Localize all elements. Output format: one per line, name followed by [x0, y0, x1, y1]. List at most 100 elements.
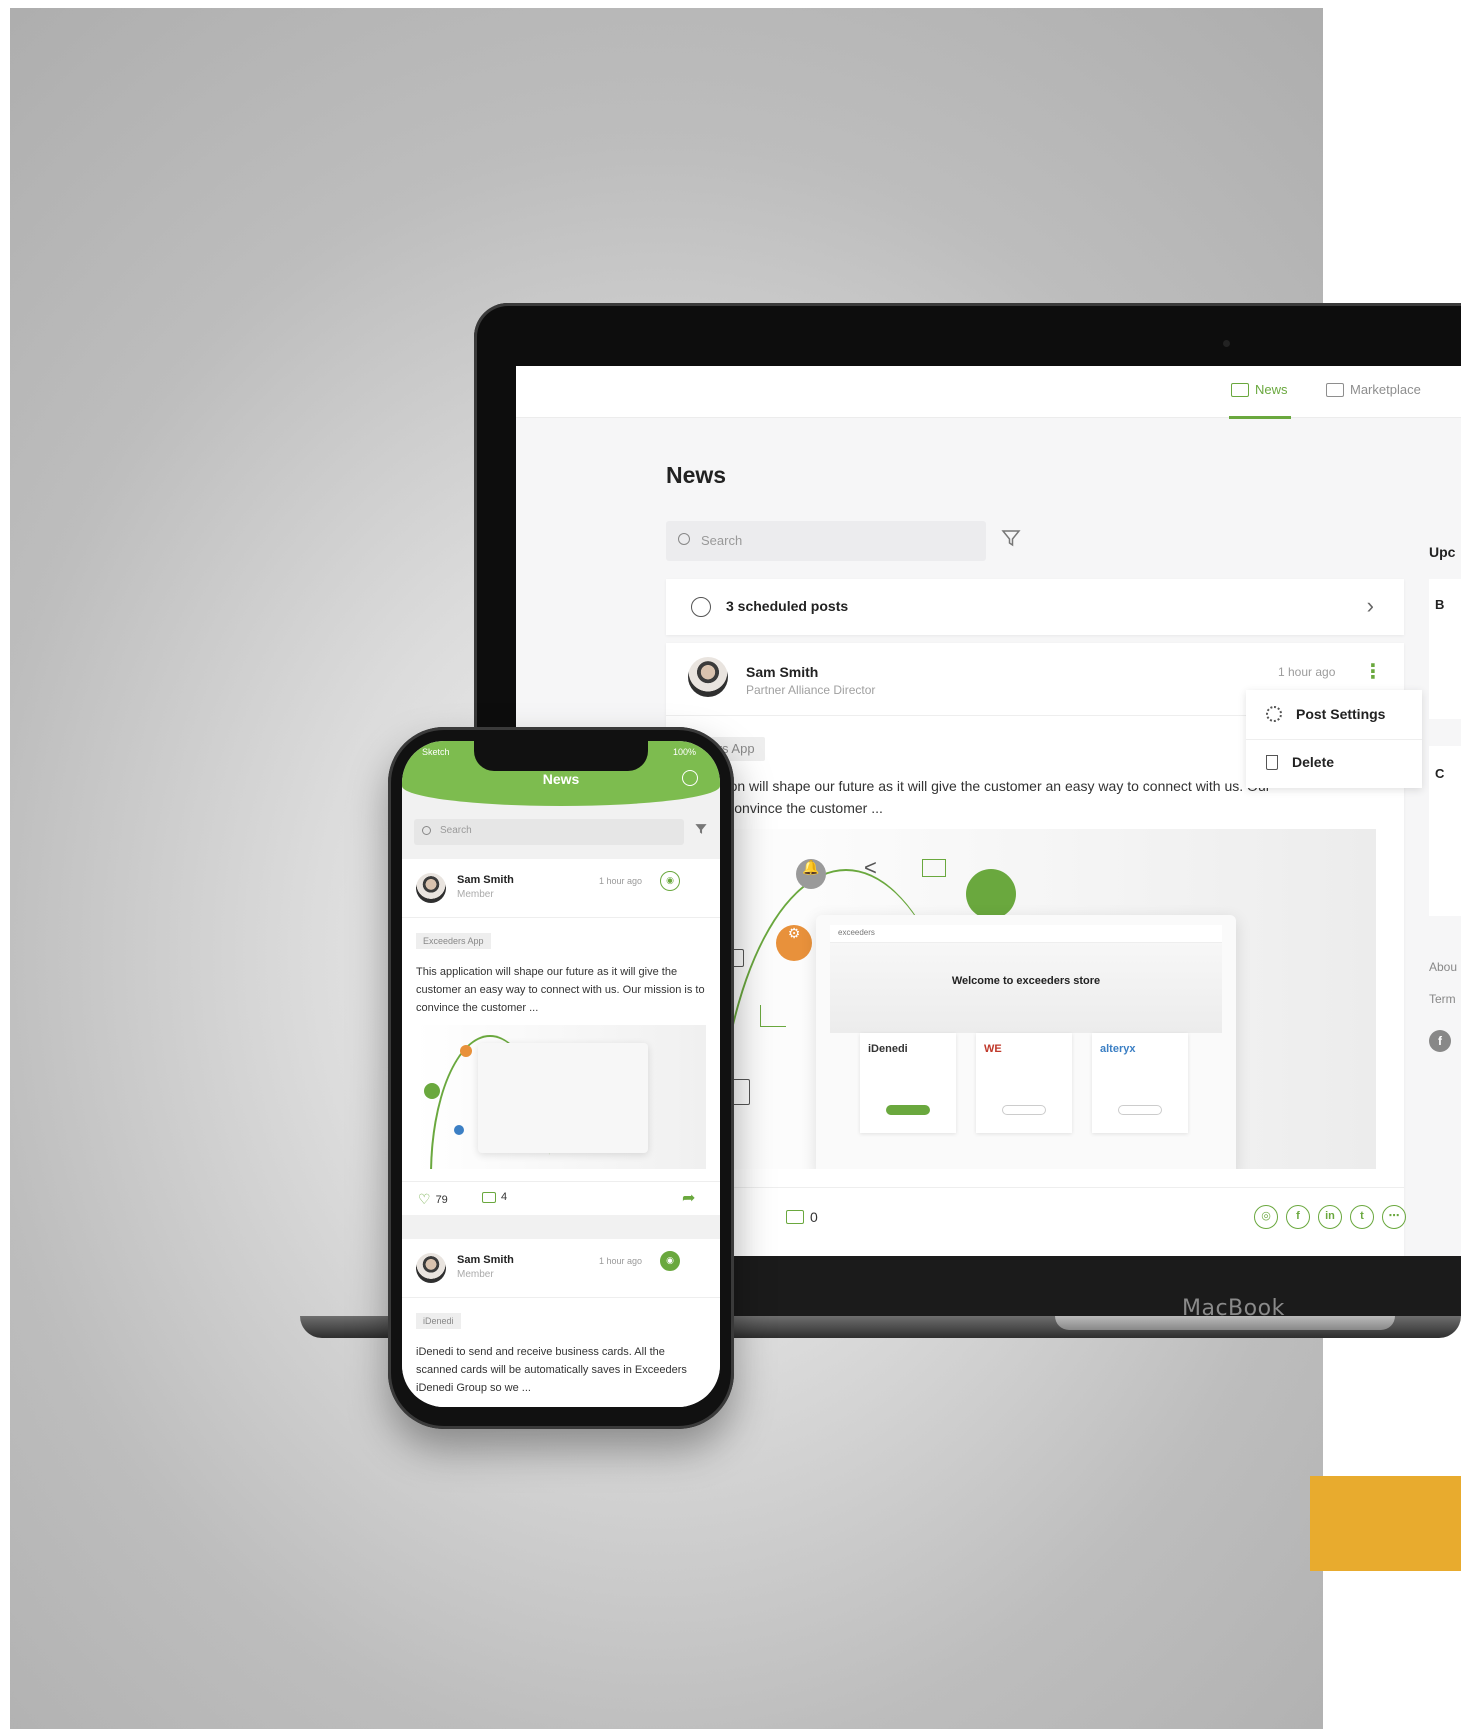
menu-item-label: Post Settings — [1296, 706, 1386, 722]
active-tab-indicator — [1229, 416, 1291, 419]
store-card-button — [1002, 1105, 1046, 1115]
post-timestamp: 1 hour ago — [599, 1256, 643, 1266]
divider — [402, 1297, 720, 1298]
post-body: This application will shape our future a… — [416, 966, 705, 1014]
post-card: Sam Smith Member 1 hour ago ◉ iDenedi iD… — [402, 1239, 720, 1407]
store-nav: exceeders — [830, 925, 1222, 943]
store-card-button — [1118, 1105, 1162, 1115]
laptop-camera — [1223, 340, 1230, 347]
post-tag[interactable]: iDenedi — [416, 1313, 461, 1329]
footer-link-terms[interactable]: Term — [1429, 992, 1456, 1006]
share-icon: < — [864, 855, 877, 880]
filter-icon[interactable] — [1001, 528, 1023, 548]
store-preview: exceeders Welcome to exceeders store iDe… — [816, 915, 1236, 1169]
search-icon — [422, 826, 431, 835]
filter-icon[interactable] — [694, 822, 708, 839]
menu-item-delete[interactable]: Delete — [1266, 754, 1334, 770]
store-card-logo: WE — [984, 1043, 1002, 1055]
more-options-icon[interactable]: ⋮ — [1363, 659, 1383, 684]
tablet-icon — [424, 1083, 440, 1099]
post-author[interactable]: Sam Smith — [457, 874, 514, 886]
facebook-icon[interactable]: f — [1286, 1205, 1310, 1229]
sidebar-card-letter: B — [1435, 597, 1445, 612]
sidebar-card-letter: C — [1435, 766, 1445, 781]
store-card: WE — [976, 1033, 1072, 1133]
tab-news-label: News — [1255, 382, 1288, 397]
store-preview — [478, 1043, 648, 1153]
scheduled-posts-banner[interactable]: 3 scheduled posts › — [666, 579, 1404, 635]
comments-button[interactable]: 4 — [482, 1191, 507, 1203]
footer-link-about[interactable]: Abou — [1429, 960, 1457, 974]
like-button[interactable]: ♡ 79 — [418, 1191, 448, 1208]
comments-button[interactable]: 0 — [786, 1209, 818, 1225]
heart-icon: ♡ — [418, 1191, 431, 1207]
phone-notch — [474, 741, 648, 771]
page-title: News — [666, 462, 727, 488]
chat-icon[interactable] — [682, 770, 698, 786]
post-author-role: Partner Alliance Director — [746, 683, 876, 697]
post-tag[interactable]: Exceeders App — [416, 933, 491, 949]
store-card: iDenedi — [860, 1033, 956, 1133]
id-card-icon — [922, 859, 946, 877]
avatar[interactable] — [416, 1253, 446, 1283]
newspaper-icon — [1231, 382, 1249, 397]
search-placeholder: Search — [701, 533, 743, 548]
avatar[interactable] — [688, 657, 728, 697]
post-timestamp: 1 hour ago — [1278, 665, 1336, 679]
post-body: iDenedi to send and receive business car… — [416, 1346, 687, 1394]
post-actions: ♡ 79 4 ➦ — [402, 1181, 720, 1215]
post-timestamp: 1 hour ago — [599, 876, 643, 886]
store-card-logo: alteryx — [1100, 1043, 1136, 1055]
likes-count: 79 — [435, 1193, 448, 1206]
divider — [1246, 739, 1422, 740]
search-input[interactable]: Search — [666, 521, 986, 561]
avatar[interactable] — [416, 873, 446, 903]
store-hero-title: Welcome to exceeders store — [951, 975, 1101, 987]
store-card-button — [886, 1105, 930, 1115]
background-frame-left — [0, 0, 10, 1729]
post-author-role: Member — [457, 1269, 494, 1280]
post-image[interactable]: 🔔 ⚙ < exceeders Welcome to exceeders sto… — [686, 829, 1376, 1169]
trash-icon — [1266, 754, 1278, 770]
sidebar-event-card[interactable]: C — [1429, 746, 1461, 916]
gear-icon — [1266, 706, 1282, 722]
status-bar-carrier: Sketch — [422, 747, 450, 757]
marketplace-icon — [1326, 382, 1344, 397]
linkedin-icon[interactable]: in — [1318, 1205, 1342, 1229]
scheduled-posts-label: 3 scheduled posts — [726, 598, 849, 614]
store-card: alteryx — [1092, 1033, 1188, 1133]
sidebar-heading: Upc — [1429, 544, 1456, 560]
store-hero: Welcome to exceeders store — [830, 943, 1222, 1033]
twitter-icon[interactable]: t — [1350, 1205, 1374, 1229]
award-icon — [966, 869, 1016, 919]
search-placeholder: Search — [440, 825, 472, 836]
post-author[interactable]: Sam Smith — [457, 1254, 514, 1266]
more-icon[interactable]: ⋯ — [1382, 1205, 1406, 1229]
rss-icon[interactable]: ◉ — [660, 1251, 680, 1271]
bar-chart-icon — [760, 1005, 786, 1027]
background-frame-top — [0, 0, 1461, 8]
comment-icon — [786, 1210, 804, 1224]
instagram-icon[interactable]: ◎ — [1254, 1205, 1278, 1229]
divider — [666, 1187, 1404, 1188]
comments-count: 0 — [810, 1209, 818, 1225]
comments-count: 4 — [501, 1191, 508, 1203]
facebook-icon[interactable]: f — [1429, 1030, 1451, 1052]
gear-icon: ⚙ — [776, 925, 812, 961]
store-card-logo: iDenedi — [868, 1043, 908, 1055]
tab-marketplace[interactable]: Marketplace — [1326, 382, 1421, 397]
post-author[interactable]: Sam Smith — [746, 664, 818, 680]
gear-icon — [460, 1045, 472, 1057]
tab-news[interactable]: News — [1231, 382, 1288, 397]
divider — [402, 917, 720, 918]
comment-icon — [482, 1191, 496, 1203]
sidebar-event-card[interactable]: B — [1429, 579, 1461, 719]
top-nav: News Marketplace — [516, 366, 1461, 419]
rss-icon[interactable]: ◉ — [660, 871, 680, 891]
post-context-menu: Post Settings Delete — [1246, 690, 1422, 788]
share-icon[interactable]: ➦ — [682, 1188, 695, 1208]
chevron-right-icon: › — [1366, 593, 1374, 618]
post-image[interactable] — [416, 1025, 706, 1169]
menu-item-post-settings[interactable]: Post Settings — [1266, 706, 1385, 722]
search-input[interactable]: Search — [414, 819, 684, 845]
